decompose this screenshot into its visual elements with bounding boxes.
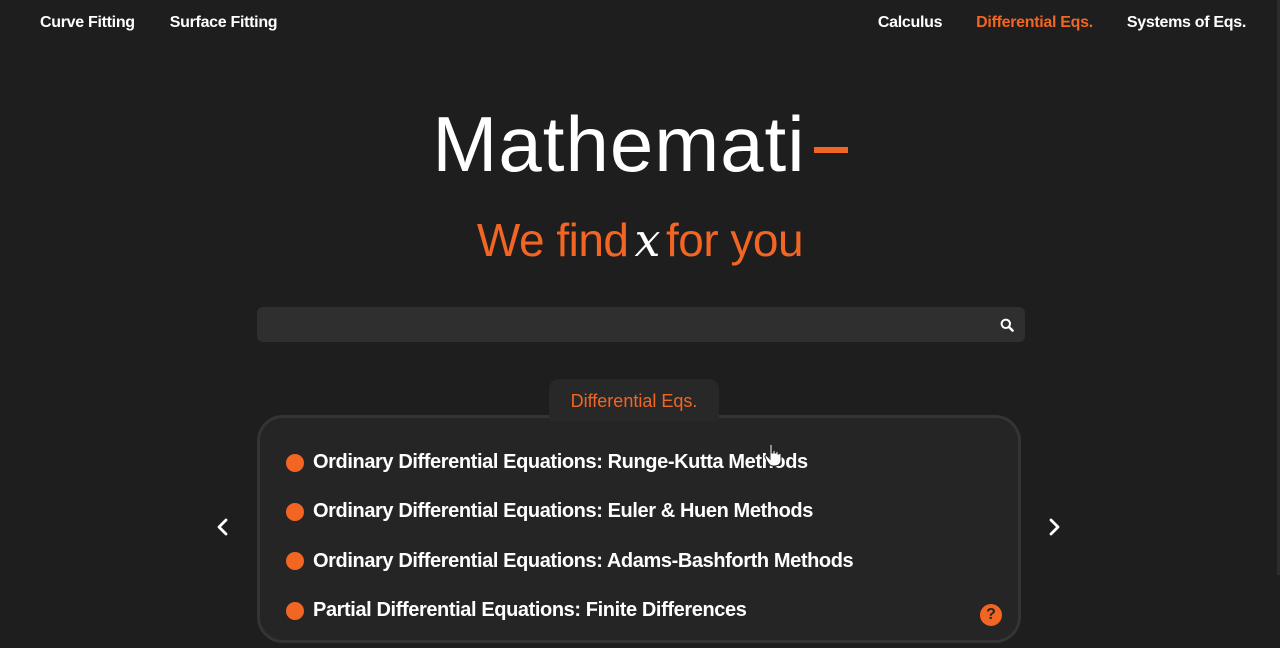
logo-cursor-mark — [813, 147, 848, 153]
tagline-after: for you — [665, 214, 804, 266]
category-panel: Ordinary Differential Equations: Runge-K… — [257, 415, 1021, 643]
chevron-right-icon[interactable] — [1042, 515, 1066, 539]
bullet-dot — [286, 552, 304, 571]
hand-pointer-icon — [764, 443, 782, 467]
nav-link-differential-eqs[interactable]: Differential Eqs. — [976, 13, 1093, 33]
nav-link-calculus[interactable]: Calculus — [878, 13, 943, 33]
topnav-left: Curve Fitting Surface Fitting — [40, 13, 278, 33]
tagline-variable: x — [634, 213, 661, 267]
search-input[interactable] — [257, 307, 977, 342]
topic-label: Ordinary Differential Equations: Euler &… — [313, 500, 813, 523]
tagline: We find x for you — [0, 212, 1280, 268]
topic-label: Partial Differential Equations: Finite D… — [313, 599, 747, 622]
chevron-left-icon[interactable] — [211, 515, 235, 539]
site-logo: Mathemati — [0, 96, 1280, 192]
topic-label: Ordinary Differential Equations: Adams-B… — [313, 549, 854, 572]
logo-text: Mathemati — [432, 100, 806, 188]
nav-link-curve-fitting[interactable]: Curve Fitting — [40, 13, 135, 33]
bullet-dot — [286, 453, 304, 472]
topic-label: Ordinary Differential Equations: Runge-K… — [313, 451, 808, 474]
category-tab-differential-eqs[interactable]: Differential Eqs. — [549, 379, 719, 421]
nav-link-surface-fitting[interactable]: Surface Fitting — [170, 13, 278, 33]
bullet-dot — [286, 502, 304, 521]
bullet-dot — [286, 601, 304, 620]
help-question-icon[interactable]: ? — [980, 604, 1002, 626]
search-bar — [257, 307, 1025, 342]
topic-item-euler-huen[interactable]: Ordinary Differential Equations: Euler &… — [286, 487, 853, 536]
tagline-before: We find — [476, 214, 629, 266]
nav-link-systems-of-eqs[interactable]: Systems of Eqs. — [1127, 13, 1246, 33]
topnav-right: Calculus Differential Eqs. Systems of Eq… — [878, 13, 1246, 33]
search-icon[interactable] — [1000, 318, 1014, 332]
topic-item-adams-bashforth[interactable]: Ordinary Differential Equations: Adams-B… — [286, 537, 854, 586]
topic-list: Ordinary Differential Equations: Runge-K… — [286, 438, 854, 635]
topic-item-finite-differences[interactable]: Partial Differential Equations: Finite D… — [286, 586, 853, 635]
